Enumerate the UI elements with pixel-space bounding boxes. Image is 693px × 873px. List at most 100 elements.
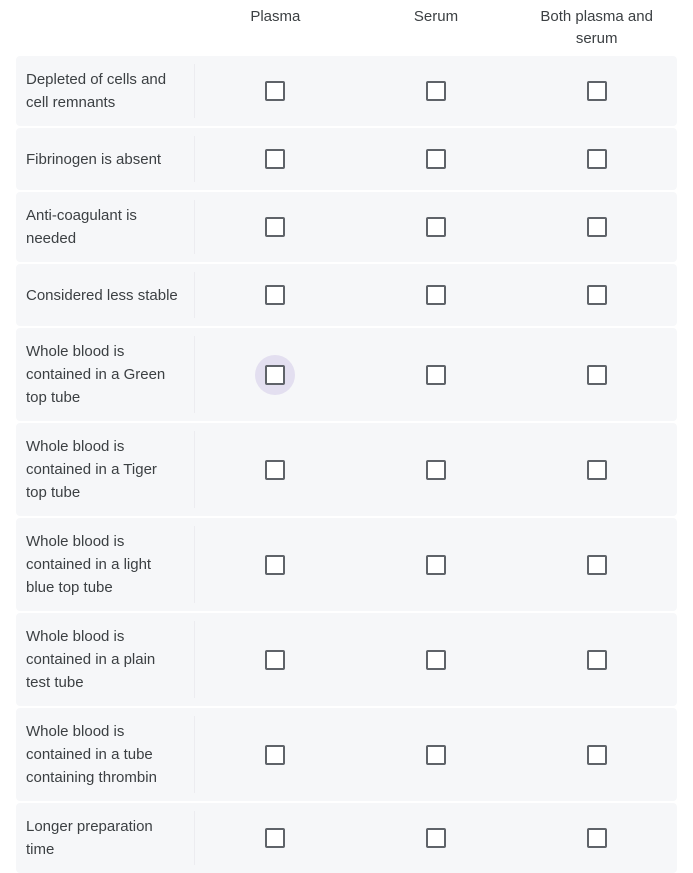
checkbox-column-plasma-row-6[interactable]	[255, 545, 295, 585]
checkbox-icon	[586, 364, 607, 385]
checkbox-column-both-plasma-and-serum-row-3[interactable]	[577, 275, 617, 315]
checkbox-column-both-plasma-and-serum-row-5[interactable]	[577, 450, 617, 490]
checkbox-column-serum-row-4[interactable]	[416, 355, 456, 395]
matrix-row-label: Whole blood is contained in a plain test…	[16, 613, 195, 706]
matrix-row-label: Depleted of cells and cell remnants	[16, 56, 195, 126]
checkbox-column-serum-row-5[interactable]	[416, 450, 456, 490]
checkbox-column-both-plasma-and-serum-row-4[interactable]	[577, 355, 617, 395]
checkbox-icon	[265, 364, 286, 385]
checkbox-column-plasma-row-8[interactable]	[255, 735, 295, 775]
checkbox-column-both-plasma-and-serum-row-9[interactable]	[577, 818, 617, 858]
matrix-cell	[195, 264, 356, 326]
checkbox-icon	[265, 217, 286, 237]
matrix-cell	[195, 328, 356, 421]
matrix-body: Depleted of cells and cell remnants Fibri…	[0, 56, 693, 873]
checkbox-column-serum-row-0[interactable]	[416, 71, 456, 111]
matrix-cell	[356, 518, 517, 611]
checkbox-column-serum-row-8[interactable]	[416, 735, 456, 775]
checkbox-icon	[586, 459, 607, 480]
matrix-row-label: Longer preparation time	[16, 803, 195, 873]
checkbox-icon	[265, 149, 286, 169]
matrix-cell	[356, 264, 517, 326]
checkbox-icon	[265, 285, 286, 305]
checkbox-column-serum-row-3[interactable]	[416, 275, 456, 315]
checkbox-column-serum-row-2[interactable]	[416, 207, 456, 247]
checkbox-icon	[586, 217, 607, 237]
checkbox-column-serum-row-1[interactable]	[416, 139, 456, 179]
checkbox-column-both-plasma-and-serum-row-0[interactable]	[577, 71, 617, 111]
matrix-cell	[195, 803, 356, 873]
checkbox-column-plasma-row-4[interactable]	[255, 354, 296, 395]
column-header-both-plasma-and-serum: Both plasma and serum	[540, 8, 653, 47]
matrix-cell	[516, 328, 677, 421]
matrix-cell	[516, 423, 677, 516]
matrix-row-label: Considered less stable	[16, 264, 195, 326]
matrix-cell	[356, 128, 517, 190]
checkbox-icon	[426, 459, 446, 480]
matrix-cell	[516, 803, 677, 873]
checkbox-icon	[586, 149, 607, 169]
checkbox-column-plasma-row-2[interactable]	[255, 207, 295, 247]
column-header-serum: Serum	[413, 8, 459, 25]
matrix-cell	[195, 708, 356, 801]
matrix-row: Longer preparation time	[16, 803, 677, 873]
matrix-cell	[516, 56, 677, 126]
checkbox-icon	[586, 285, 607, 305]
column-header-plasma: Plasma	[250, 8, 301, 25]
matrix-row: Whole blood is contained in a light blue…	[16, 518, 677, 611]
matrix-row-label: Anti-coagulant is needed	[16, 192, 195, 262]
matrix-cell	[516, 192, 677, 262]
checkbox-column-plasma-row-0[interactable]	[255, 71, 295, 111]
matrix-cell	[195, 423, 356, 516]
checkbox-column-serum-row-7[interactable]	[416, 640, 456, 680]
matrix-header-row: Plasma Serum Both plasma and serum	[0, 0, 693, 56]
checkbox-icon	[586, 828, 607, 848]
checkbox-icon	[265, 81, 286, 101]
matrix-cell	[516, 264, 677, 326]
matrix-cell	[356, 803, 517, 873]
checkbox-icon	[586, 649, 607, 670]
checkbox-icon	[265, 554, 286, 575]
matrix-cell	[195, 613, 356, 706]
checkbox-icon	[426, 649, 446, 670]
matrix-cell	[516, 128, 677, 190]
matrix-cell	[195, 518, 356, 611]
matrix-row-label: Fibrinogen is absent	[16, 128, 195, 190]
checkbox-column-both-plasma-and-serum-row-7[interactable]	[577, 640, 617, 680]
checkbox-column-serum-row-6[interactable]	[416, 545, 456, 585]
checkbox-column-both-plasma-and-serum-row-1[interactable]	[577, 139, 617, 179]
checkbox-column-plasma-row-1[interactable]	[255, 139, 295, 179]
checkbox-column-serum-row-9[interactable]	[416, 818, 456, 858]
matrix-row: Whole blood is contained in a Tiger top …	[16, 423, 677, 516]
checkbox-icon	[586, 81, 607, 101]
matrix-question-grid: Plasma Serum Both plasma and serum Deple…	[0, 0, 693, 873]
matrix-row-label: Whole blood is contained in a Tiger top …	[16, 423, 195, 516]
matrix-cell	[356, 328, 517, 421]
checkbox-icon	[426, 285, 446, 305]
matrix-row: Anti-coagulant is needed	[16, 192, 677, 262]
matrix-cell	[516, 708, 677, 801]
matrix-row: Fibrinogen is absent	[16, 128, 677, 190]
checkbox-column-plasma-row-9[interactable]	[255, 818, 295, 858]
matrix-row: Considered less stable	[16, 264, 677, 326]
checkbox-icon	[426, 828, 446, 848]
checkbox-column-both-plasma-and-serum-row-8[interactable]	[577, 735, 617, 775]
checkbox-icon	[265, 744, 286, 765]
matrix-cell	[195, 128, 356, 190]
checkbox-column-both-plasma-and-serum-row-2[interactable]	[577, 207, 617, 247]
matrix-cell	[356, 56, 517, 126]
checkbox-icon	[265, 649, 286, 670]
matrix-cell	[516, 613, 677, 706]
matrix-row: Whole blood is contained in a Green top …	[16, 328, 677, 421]
checkbox-icon	[426, 744, 446, 765]
matrix-cell	[195, 192, 356, 262]
matrix-row-label: Whole blood is contained in a light blue…	[16, 518, 195, 611]
checkbox-column-both-plasma-and-serum-row-6[interactable]	[577, 545, 617, 585]
checkbox-column-plasma-row-7[interactable]	[255, 640, 295, 680]
checkbox-column-plasma-row-3[interactable]	[255, 275, 295, 315]
checkbox-icon	[426, 364, 446, 385]
matrix-row: Whole blood is contained in a tube conta…	[16, 708, 677, 801]
checkbox-icon	[586, 554, 607, 575]
matrix-cell	[356, 423, 517, 516]
checkbox-column-plasma-row-5[interactable]	[255, 450, 295, 490]
